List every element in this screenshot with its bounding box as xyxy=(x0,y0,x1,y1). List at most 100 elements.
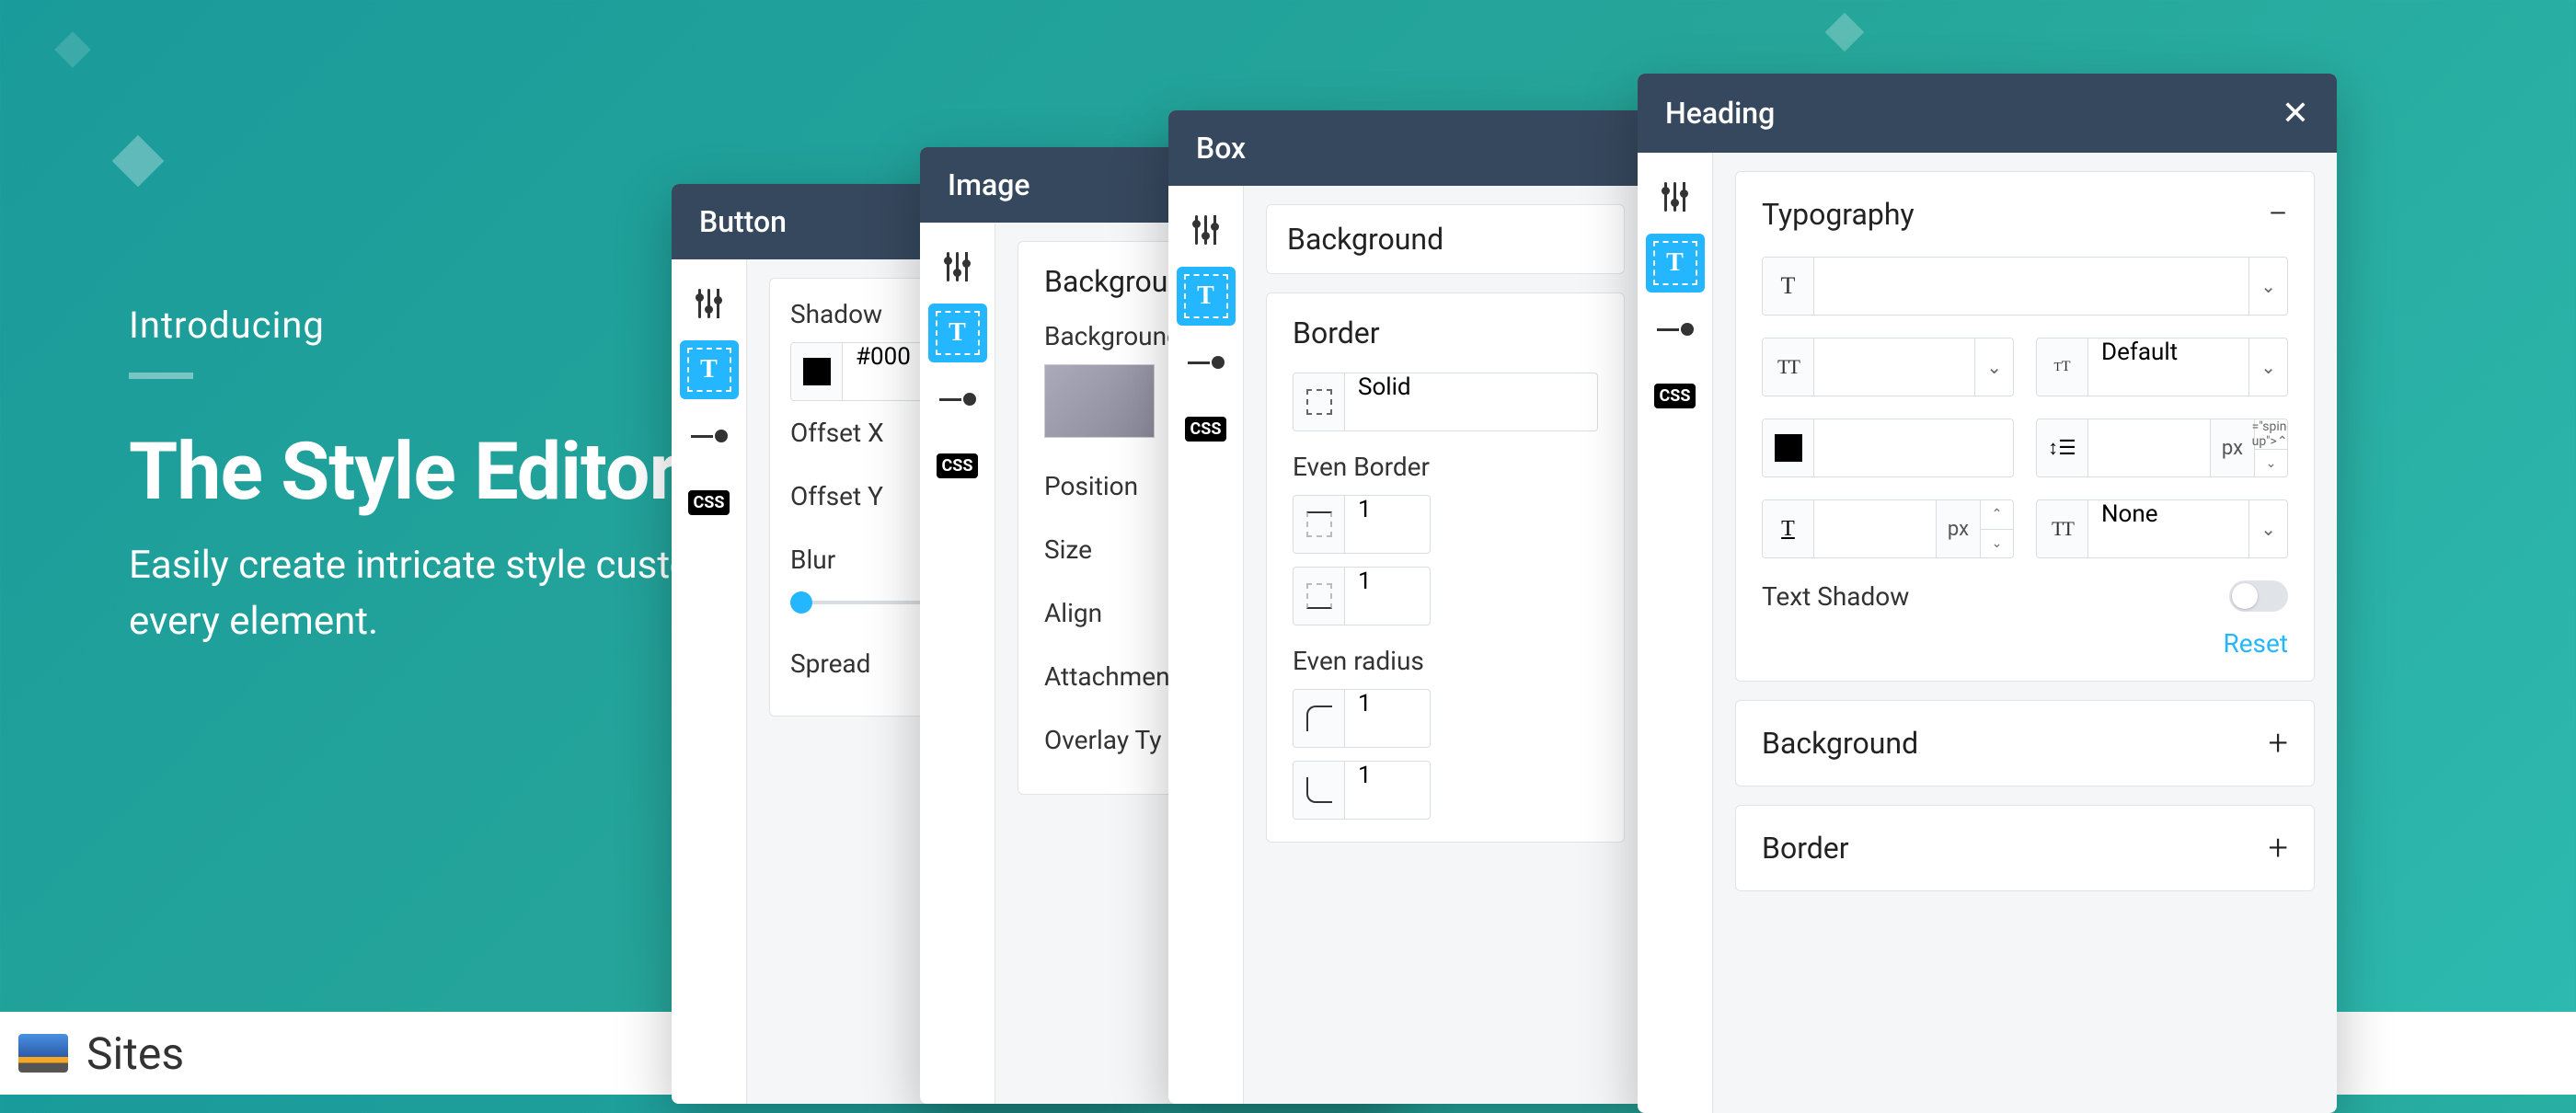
tab-animation[interactable] xyxy=(680,407,739,465)
chevron-down-icon: ⌄ xyxy=(2248,258,2287,315)
line-height-icon: ↕☰ xyxy=(2037,419,2088,476)
section-label: Background xyxy=(1762,726,1918,761)
panel-title: Button xyxy=(699,204,787,239)
expand-icon[interactable]: + xyxy=(2269,828,2288,868)
chevron-down-icon: ⌄ xyxy=(2248,338,2287,396)
border-top-value[interactable]: 1 xyxy=(1345,496,1430,553)
weight-icon: TT xyxy=(1763,338,1814,396)
tab-style[interactable]: T xyxy=(928,304,987,362)
expand-icon[interactable]: + xyxy=(2269,723,2288,763)
border-bottom-icon xyxy=(1294,568,1345,625)
border-icon xyxy=(1294,373,1345,430)
tab-settings[interactable] xyxy=(680,274,739,333)
line-height-input[interactable]: ↕☰ px ="spin-up">⌃⌄ xyxy=(2036,419,2288,477)
tab-style[interactable]: T xyxy=(1646,234,1705,293)
radius-bl-value[interactable]: 1 xyxy=(1345,762,1430,819)
radius-bl-icon xyxy=(1294,762,1345,819)
letter-spacing-unit: px xyxy=(1936,500,1980,557)
font-icon: T xyxy=(1763,258,1814,315)
sites-logo-icon xyxy=(18,1034,68,1073)
border-bottom-value[interactable]: 1 xyxy=(1345,568,1430,625)
tab-style[interactable]: T xyxy=(680,340,739,399)
tab-css[interactable]: CSS xyxy=(928,436,987,495)
panel-title: Image xyxy=(948,167,1029,202)
panel-header: Heading ✕ xyxy=(1638,74,2337,153)
background-section-head[interactable]: Background + xyxy=(1762,723,2288,763)
sliders-icon xyxy=(695,289,724,318)
font-size-value: Default xyxy=(2088,338,2248,396)
letter-spacing-icon: T xyxy=(1763,500,1814,557)
collapse-icon[interactable]: − xyxy=(2268,194,2288,235)
radius-tl-icon xyxy=(1294,690,1345,747)
section-label: Background xyxy=(1287,222,1443,257)
color-swatch[interactable] xyxy=(791,343,843,400)
font-color-input[interactable] xyxy=(1762,419,2014,477)
typography-section-head[interactable]: Typography − xyxy=(1762,194,2288,235)
text-shadow-label: Text Shadow xyxy=(1762,581,1909,612)
tab-settings[interactable] xyxy=(1646,167,1705,226)
border-top-icon xyxy=(1294,496,1345,553)
letter-spacing-input[interactable]: T px ⌃⌄ xyxy=(1762,499,2014,558)
css-icon: CSS xyxy=(1654,384,1696,408)
t-icon: T xyxy=(1653,241,1697,285)
bg-image-thumb[interactable] xyxy=(1044,364,1155,438)
css-icon: CSS xyxy=(1185,417,1227,442)
border-section[interactable]: Border xyxy=(1293,316,1598,350)
tab-settings[interactable] xyxy=(928,237,987,296)
side-tabs: T CSS xyxy=(920,223,995,1104)
animation-icon xyxy=(1657,323,1694,336)
tab-settings[interactable] xyxy=(1177,201,1236,259)
close-icon[interactable]: ✕ xyxy=(2282,94,2309,132)
font-family-select[interactable]: T ⌄ xyxy=(1762,257,2288,316)
background-section[interactable]: Background xyxy=(1287,222,1604,257)
even-radius-label: Even radius xyxy=(1293,646,1598,676)
tab-css[interactable]: CSS xyxy=(680,473,739,532)
tab-style[interactable]: T xyxy=(1177,267,1236,326)
font-color-value xyxy=(1814,419,2013,476)
decor-diamond xyxy=(54,31,91,68)
tab-animation[interactable] xyxy=(928,370,987,429)
footer-product-name: Sites xyxy=(86,1027,184,1080)
chevron-down-icon: ⌄ xyxy=(1974,338,2013,396)
transform-icon: TT xyxy=(2037,500,2088,557)
side-tabs: T CSS xyxy=(1168,186,1244,1104)
panel-box: Box T CSS Background Border xyxy=(1168,110,1647,1104)
tab-css[interactable]: CSS xyxy=(1177,399,1236,458)
sliders-icon xyxy=(1661,182,1690,212)
css-icon: CSS xyxy=(937,453,979,478)
t-icon: T xyxy=(687,348,731,392)
decor-diamond xyxy=(112,135,165,188)
tab-css[interactable]: CSS xyxy=(1646,366,1705,425)
font-size-select[interactable]: TT Default ⌄ xyxy=(2036,338,2288,396)
letter-spacing-value xyxy=(1814,500,1936,557)
css-icon: CSS xyxy=(688,490,730,515)
panel-header: Box xyxy=(1168,110,1647,186)
spinner[interactable]: ⌃⌄ xyxy=(1980,500,2013,557)
section-label: Border xyxy=(1293,316,1380,350)
animation-icon xyxy=(939,393,976,406)
chevron-down-icon: ⌄ xyxy=(2248,500,2287,557)
animation-icon xyxy=(691,430,728,442)
border-style-value[interactable]: Solid xyxy=(1345,373,1597,430)
tab-animation[interactable] xyxy=(1646,300,1705,359)
size-icon: TT xyxy=(2037,338,2088,396)
section-label: Typography xyxy=(1762,197,1915,232)
panel-title: Box xyxy=(1196,131,1246,166)
line-height-value xyxy=(2088,419,2210,476)
font-weight-select[interactable]: TT ⌄ xyxy=(1762,338,2014,396)
spinner[interactable]: ="spin-up">⌃⌄ xyxy=(2254,419,2287,476)
font-weight-value xyxy=(1814,338,1974,396)
border-section-head[interactable]: Border + xyxy=(1762,828,2288,868)
panel-heading: Heading ✕ T CSS Typography − xyxy=(1638,74,2337,1113)
tab-animation[interactable] xyxy=(1177,333,1236,392)
radius-tl-value[interactable]: 1 xyxy=(1345,690,1430,747)
text-transform-value: None xyxy=(2088,500,2248,557)
panel-title: Heading xyxy=(1665,96,1775,131)
text-shadow-toggle[interactable] xyxy=(2229,580,2288,612)
reset-link[interactable]: Reset xyxy=(1762,628,2288,659)
section-label: Border xyxy=(1762,831,1849,866)
side-tabs: T CSS xyxy=(1638,153,1713,1113)
side-tabs: T CSS xyxy=(672,259,747,1104)
text-transform-select[interactable]: TT None ⌄ xyxy=(2036,499,2288,558)
animation-icon xyxy=(1188,356,1225,369)
